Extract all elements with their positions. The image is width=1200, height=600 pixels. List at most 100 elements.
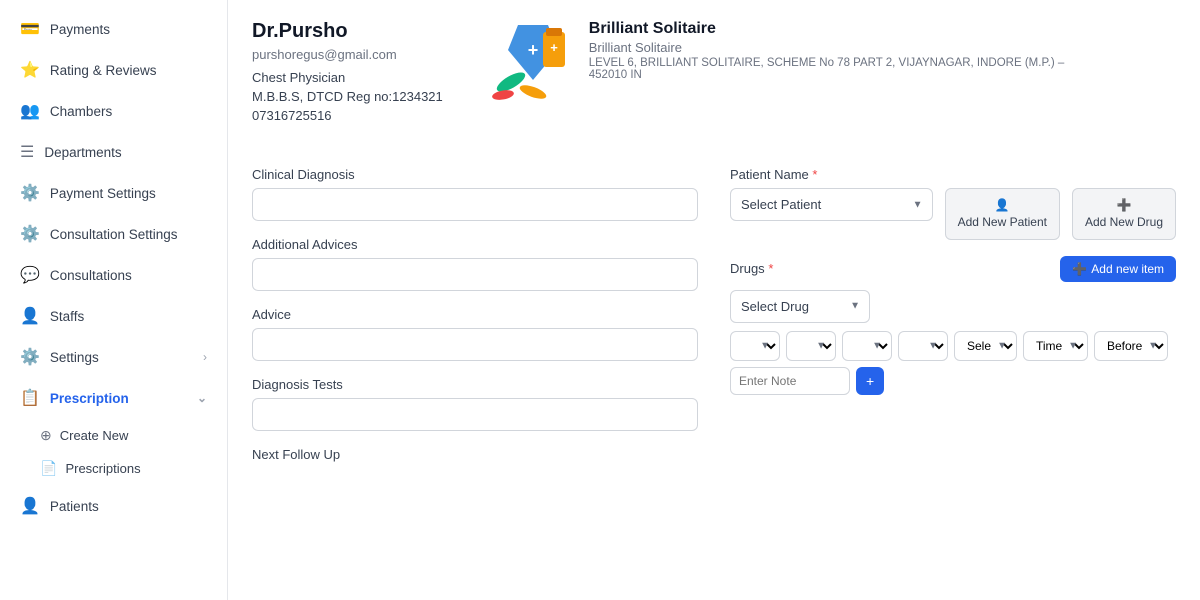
form-left-column: Clinical Diagnosis Additional Advices Ad… [252, 167, 698, 478]
add-patient-label: Add New Patient [958, 215, 1047, 229]
dropdown7-wrapper: Before [1094, 331, 1168, 361]
svg-text:+: + [550, 40, 558, 55]
drug-note-input[interactable] [730, 367, 850, 395]
dropdown2-wrapper [786, 331, 836, 361]
patient-select-div: Select Patient [730, 188, 933, 221]
advice-input[interactable] [252, 328, 698, 361]
sidebar-label-settings: Settings [50, 350, 99, 365]
drug-select[interactable]: Select Drug [730, 290, 870, 323]
drug-select-row: Select Drug [730, 290, 1176, 323]
drug-dropdown-2[interactable] [786, 331, 836, 361]
payment-settings-icon: ⚙️ [20, 183, 40, 203]
drug-dropdown-time[interactable]: Time [1023, 331, 1088, 361]
patient-name-label: Patient Name * [730, 167, 1176, 182]
settings-chevron-icon: › [203, 350, 207, 364]
clinical-diagnosis-label: Clinical Diagnosis [252, 167, 698, 182]
dropdown6-wrapper: Time [1023, 331, 1088, 361]
additional-advices-input[interactable] [252, 258, 698, 291]
dropdown1-wrapper [730, 331, 780, 361]
drug-dropdown-before[interactable]: Before [1094, 331, 1168, 361]
prescription-form: Clinical Diagnosis Additional Advices Ad… [252, 167, 1176, 478]
plus-icon: + [866, 373, 874, 389]
advice-label: Advice [252, 307, 698, 322]
sidebar-item-consultation-settings[interactable]: ⚙️ Consultation Settings [4, 214, 223, 254]
additional-advices-label: Additional Advices [252, 237, 698, 252]
sidebar-label-payment-settings: Payment Settings [50, 186, 156, 201]
doctor-header: Dr.Pursho purshoregus@gmail.com Chest Ph… [252, 20, 1176, 143]
drug-dropdowns-row: Sele Time Before + [730, 331, 1176, 395]
prescription-submenu: ⊕ Create New 📄 Prescriptions [0, 419, 227, 485]
prescriptions-icon: 📄 [40, 460, 57, 477]
prescription-icon: 📋 [20, 388, 40, 408]
sidebar-item-prescription[interactable]: 📋 Prescription ⌄ [4, 378, 223, 418]
dropdown5-wrapper: Sele [954, 331, 1017, 361]
sidebar-item-prescriptions[interactable]: 📄 Prescriptions [40, 452, 227, 485]
diagnosis-tests-input[interactable] [252, 398, 698, 431]
doctor-name: Dr.Pursho [252, 20, 443, 43]
advice-group: Advice [252, 307, 698, 361]
sidebar-label-consultation-settings: Consultation Settings [50, 227, 178, 242]
chambers-icon: 👥 [20, 101, 40, 121]
sidebar-label-payments: Payments [50, 22, 110, 37]
sidebar-label-rating: Rating & Reviews [50, 63, 157, 78]
add-new-drug-button[interactable]: ➕ Add New Drug [1072, 188, 1176, 240]
sidebar-item-chambers[interactable]: 👥 Chambers [4, 91, 223, 131]
form-right-column: Patient Name * Select Patient 👤 Add New … [730, 167, 1176, 478]
sidebar-item-departments[interactable]: ☰ Departments [4, 132, 223, 172]
next-follow-up-group: Next Follow Up [252, 447, 698, 462]
dropdown3-wrapper [842, 331, 892, 361]
departments-icon: ☰ [20, 142, 34, 162]
sidebar-item-payments[interactable]: 💳 Payments [4, 9, 223, 49]
patient-name-group: Patient Name * Select Patient 👤 Add New … [730, 167, 1176, 240]
clinic-logo: + + [483, 20, 573, 105]
drug-dropdown-3[interactable] [842, 331, 892, 361]
sidebar-item-patients[interactable]: 👤 Patients [4, 486, 223, 526]
svg-text:+: + [528, 40, 539, 60]
patients-icon: 👤 [20, 496, 40, 516]
clinic-sub: Brilliant Solitaire [589, 40, 1089, 55]
patient-name-required: * [812, 167, 817, 182]
drug-dropdown-4[interactable] [898, 331, 948, 361]
drugs-section: Drugs * ➕ Add new item Select Drug [730, 256, 1176, 395]
add-new-patient-button[interactable]: 👤 Add New Patient [945, 188, 1060, 240]
sidebar-label-create-new: Create New [60, 428, 129, 443]
sidebar-item-rating-reviews[interactable]: ⭐ Rating & Reviews [4, 50, 223, 90]
drug-select-wrapper: Select Drug [730, 290, 870, 323]
drug-dropdown-1[interactable] [730, 331, 780, 361]
clinic-info: + + Brilliant Solitaire Brilliant Solita… [483, 20, 1089, 105]
diagnosis-tests-group: Diagnosis Tests [252, 377, 698, 431]
rating-icon: ⭐ [20, 60, 40, 80]
drugs-required: * [768, 261, 773, 276]
patient-row: Select Patient 👤 Add New Patient ➕ Add N… [730, 188, 1176, 240]
sidebar-item-payment-settings[interactable]: ⚙️ Payment Settings [4, 173, 223, 213]
sidebar-label-staffs: Staffs [50, 309, 84, 324]
drug-add-row-button[interactable]: + [856, 367, 884, 395]
sidebar-item-consultations[interactable]: 💬 Consultations [4, 255, 223, 295]
consultation-settings-icon: ⚙️ [20, 224, 40, 244]
sidebar-item-settings[interactable]: ⚙️ Settings › [4, 337, 223, 377]
doctor-phone: 07316725516 [252, 108, 443, 123]
clinical-diagnosis-input[interactable] [252, 188, 698, 221]
consultations-icon: 💬 [20, 265, 40, 285]
drugs-label: Drugs * [730, 261, 773, 276]
sidebar-item-staffs[interactable]: 👤 Staffs [4, 296, 223, 336]
sidebar-label-departments: Departments [44, 145, 121, 160]
clinic-address: LEVEL 6, BRILLIANT SOLITAIRE, SCHEME No … [589, 57, 1089, 81]
sidebar: 💳 Payments ⭐ Rating & Reviews 👥 Chambers… [0, 0, 228, 600]
doctor-reg: M.B.B.S, DTCD Reg no:1234321 [252, 89, 443, 104]
sidebar-item-create-new[interactable]: ⊕ Create New [40, 419, 227, 452]
prescription-chevron-icon: ⌄ [197, 391, 207, 405]
add-drug-icon: ➕ [1117, 198, 1132, 212]
clinical-diagnosis-group: Clinical Diagnosis [252, 167, 698, 221]
patient-select-wrapper: Select Patient [730, 188, 933, 221]
main-content: Dr.Pursho purshoregus@gmail.com Chest Ph… [228, 0, 1200, 600]
doctor-info: Dr.Pursho purshoregus@gmail.com Chest Ph… [252, 20, 443, 123]
patient-select[interactable]: Select Patient [730, 188, 933, 221]
settings-icon: ⚙️ [20, 347, 40, 367]
sidebar-label-chambers: Chambers [50, 104, 112, 119]
add-new-item-button[interactable]: ➕ Add new item [1060, 256, 1176, 282]
doctor-specialty: Chest Physician [252, 70, 443, 85]
clinic-name: Brilliant Solitaire [589, 20, 1089, 38]
drug-dropdown-5[interactable]: Sele [954, 331, 1017, 361]
drugs-header: Drugs * ➕ Add new item [730, 256, 1176, 282]
